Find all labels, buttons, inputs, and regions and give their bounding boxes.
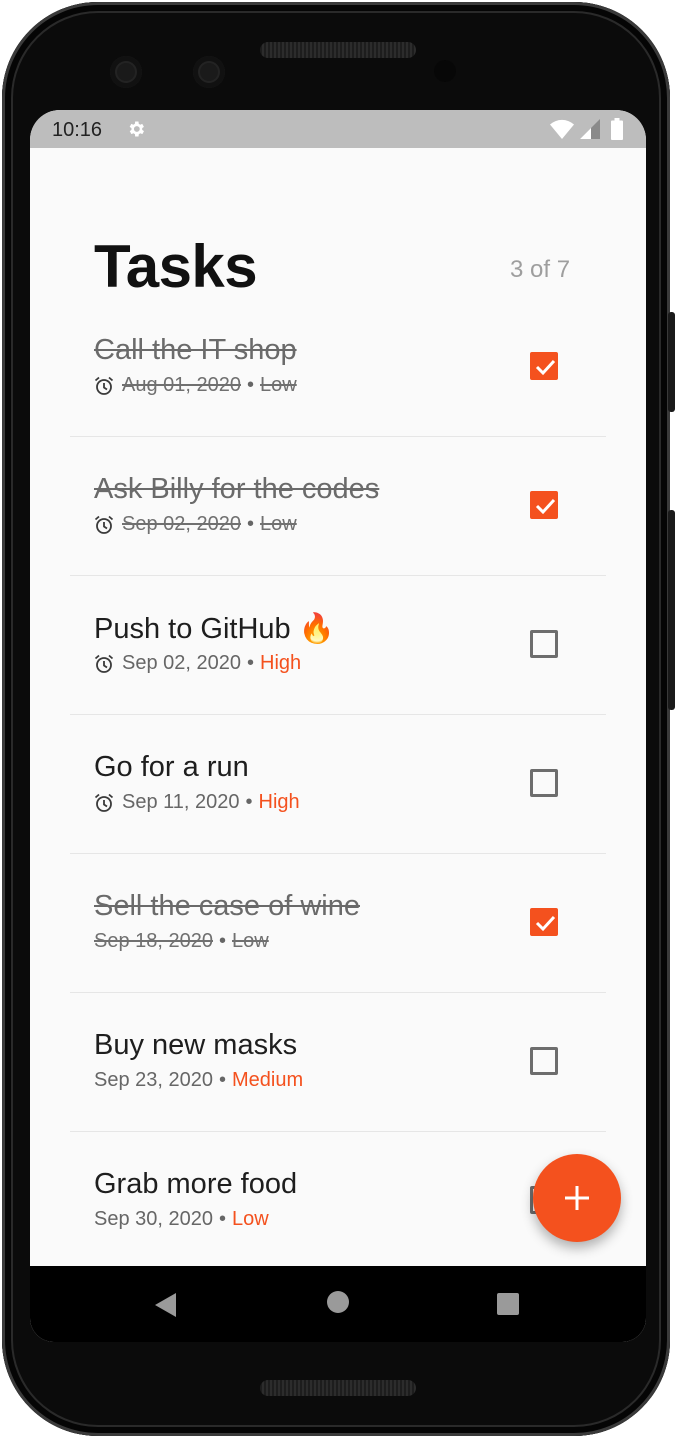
task-priority: Low (232, 1208, 269, 1230)
task-name: Ask Billy for the codes (94, 473, 380, 505)
volume-button (668, 312, 675, 412)
task-due-date: Sep 30, 2020 (94, 1208, 213, 1230)
task-row[interactable]: Ask Billy for the codes Sep 02, 2020 • L… (70, 437, 606, 576)
settings-gear-icon (129, 121, 144, 137)
task-meta: Sep 02, 2020 • High (94, 652, 301, 675)
task-row[interactable]: Push to GitHub 🔥 Sep 02, 2020 • High (70, 576, 606, 715)
wifi-icon (550, 119, 574, 139)
battery-icon (611, 118, 623, 140)
separator-dot: • (247, 513, 255, 535)
front-camera (110, 56, 142, 88)
power-button (668, 510, 675, 710)
plus-icon (565, 1186, 589, 1210)
task-row[interactable]: Go for a run Sep 11, 2020 • High (70, 715, 606, 854)
task-row[interactable]: Grab more food Sep 30, 2020 • Low (70, 1132, 606, 1271)
task-meta: Sep 11, 2020 • High (94, 791, 300, 814)
task-count: 3 of 7 (510, 256, 571, 283)
task-priority: Low (260, 374, 297, 396)
separator-dot: • (247, 652, 255, 674)
task-row[interactable]: Buy new masks Sep 23, 2020 • Medium (70, 993, 606, 1132)
status-bar: 10:16 (30, 110, 646, 148)
alarm-clock-icon (94, 376, 114, 395)
task-checkbox[interactable] (530, 1047, 558, 1075)
task-meta: Sep 30, 2020 • Low (94, 1208, 269, 1231)
task-due-date: Sep 23, 2020 (94, 1069, 213, 1091)
task-meta: Sep 02, 2020 • Low (94, 513, 297, 536)
task-due-date: Sep 02, 2020 (122, 513, 241, 535)
alarm-clock-icon (94, 654, 114, 673)
separator-dot: • (245, 791, 253, 813)
task-list: Call the IT shop Aug 01, 2020 • Low Ask … (70, 298, 606, 1271)
task-checkbox[interactable] (530, 491, 558, 519)
task-name: Push to GitHub 🔥 (94, 613, 335, 645)
checkmark-icon (535, 915, 556, 932)
task-due-date: Sep 18, 2020 (94, 930, 213, 952)
task-meta: Sep 23, 2020 • Medium (94, 1069, 303, 1092)
task-name: Buy new masks (94, 1029, 298, 1061)
task-priority: High (258, 791, 300, 813)
task-checkbox[interactable] (530, 908, 558, 936)
task-checkbox[interactable] (530, 769, 558, 797)
task-meta: Aug 01, 2020 • Low (94, 374, 297, 397)
separator-dot: • (247, 374, 255, 396)
task-due-date: Sep 11, 2020 (122, 791, 240, 813)
checkmark-icon (535, 498, 556, 515)
proximity-sensor (434, 60, 456, 82)
navigation-bar (30, 1266, 646, 1342)
task-priority: High (260, 652, 302, 674)
cell-signal-icon (580, 119, 600, 139)
task-row[interactable]: Call the IT shop Aug 01, 2020 • Low (70, 298, 606, 437)
add-task-button[interactable] (533, 1154, 621, 1242)
screen: 10:16 Tasks 3 of 7 Call the IT shop Aug … (30, 110, 646, 1342)
alarm-clock-icon (94, 515, 114, 534)
home-icon[interactable] (326, 1290, 350, 1314)
alarm-clock-icon (94, 793, 114, 812)
task-checkbox[interactable] (530, 630, 558, 658)
task-due-date: Aug 01, 2020 (122, 374, 241, 396)
separator-dot: • (219, 930, 227, 952)
earpiece-speaker (260, 42, 416, 58)
task-meta: Sep 18, 2020 • Low (94, 930, 269, 953)
front-sensor (193, 56, 225, 88)
task-name: Call the IT shop (94, 334, 297, 366)
back-icon[interactable] (154, 1292, 178, 1318)
task-priority: Low (260, 513, 297, 535)
page-title: Tasks (94, 233, 258, 300)
separator-dot: • (219, 1208, 227, 1230)
recent-apps-icon[interactable] (496, 1292, 520, 1316)
task-priority: Medium (232, 1069, 304, 1091)
separator-dot: • (219, 1069, 227, 1091)
checkmark-icon (535, 359, 556, 376)
task-name: Sell the case of wine (94, 890, 360, 922)
bottom-speaker (260, 1380, 416, 1396)
header: Tasks 3 of 7 (30, 148, 646, 308)
task-name: Go for a run (94, 751, 249, 783)
task-row[interactable]: Sell the case of wine Sep 18, 2020 • Low (70, 854, 606, 993)
task-name: Grab more food (94, 1168, 298, 1200)
status-time: 10:16 (52, 119, 103, 141)
task-checkbox[interactable] (530, 352, 558, 380)
task-due-date: Sep 02, 2020 (122, 652, 241, 674)
task-priority: Low (232, 930, 269, 952)
